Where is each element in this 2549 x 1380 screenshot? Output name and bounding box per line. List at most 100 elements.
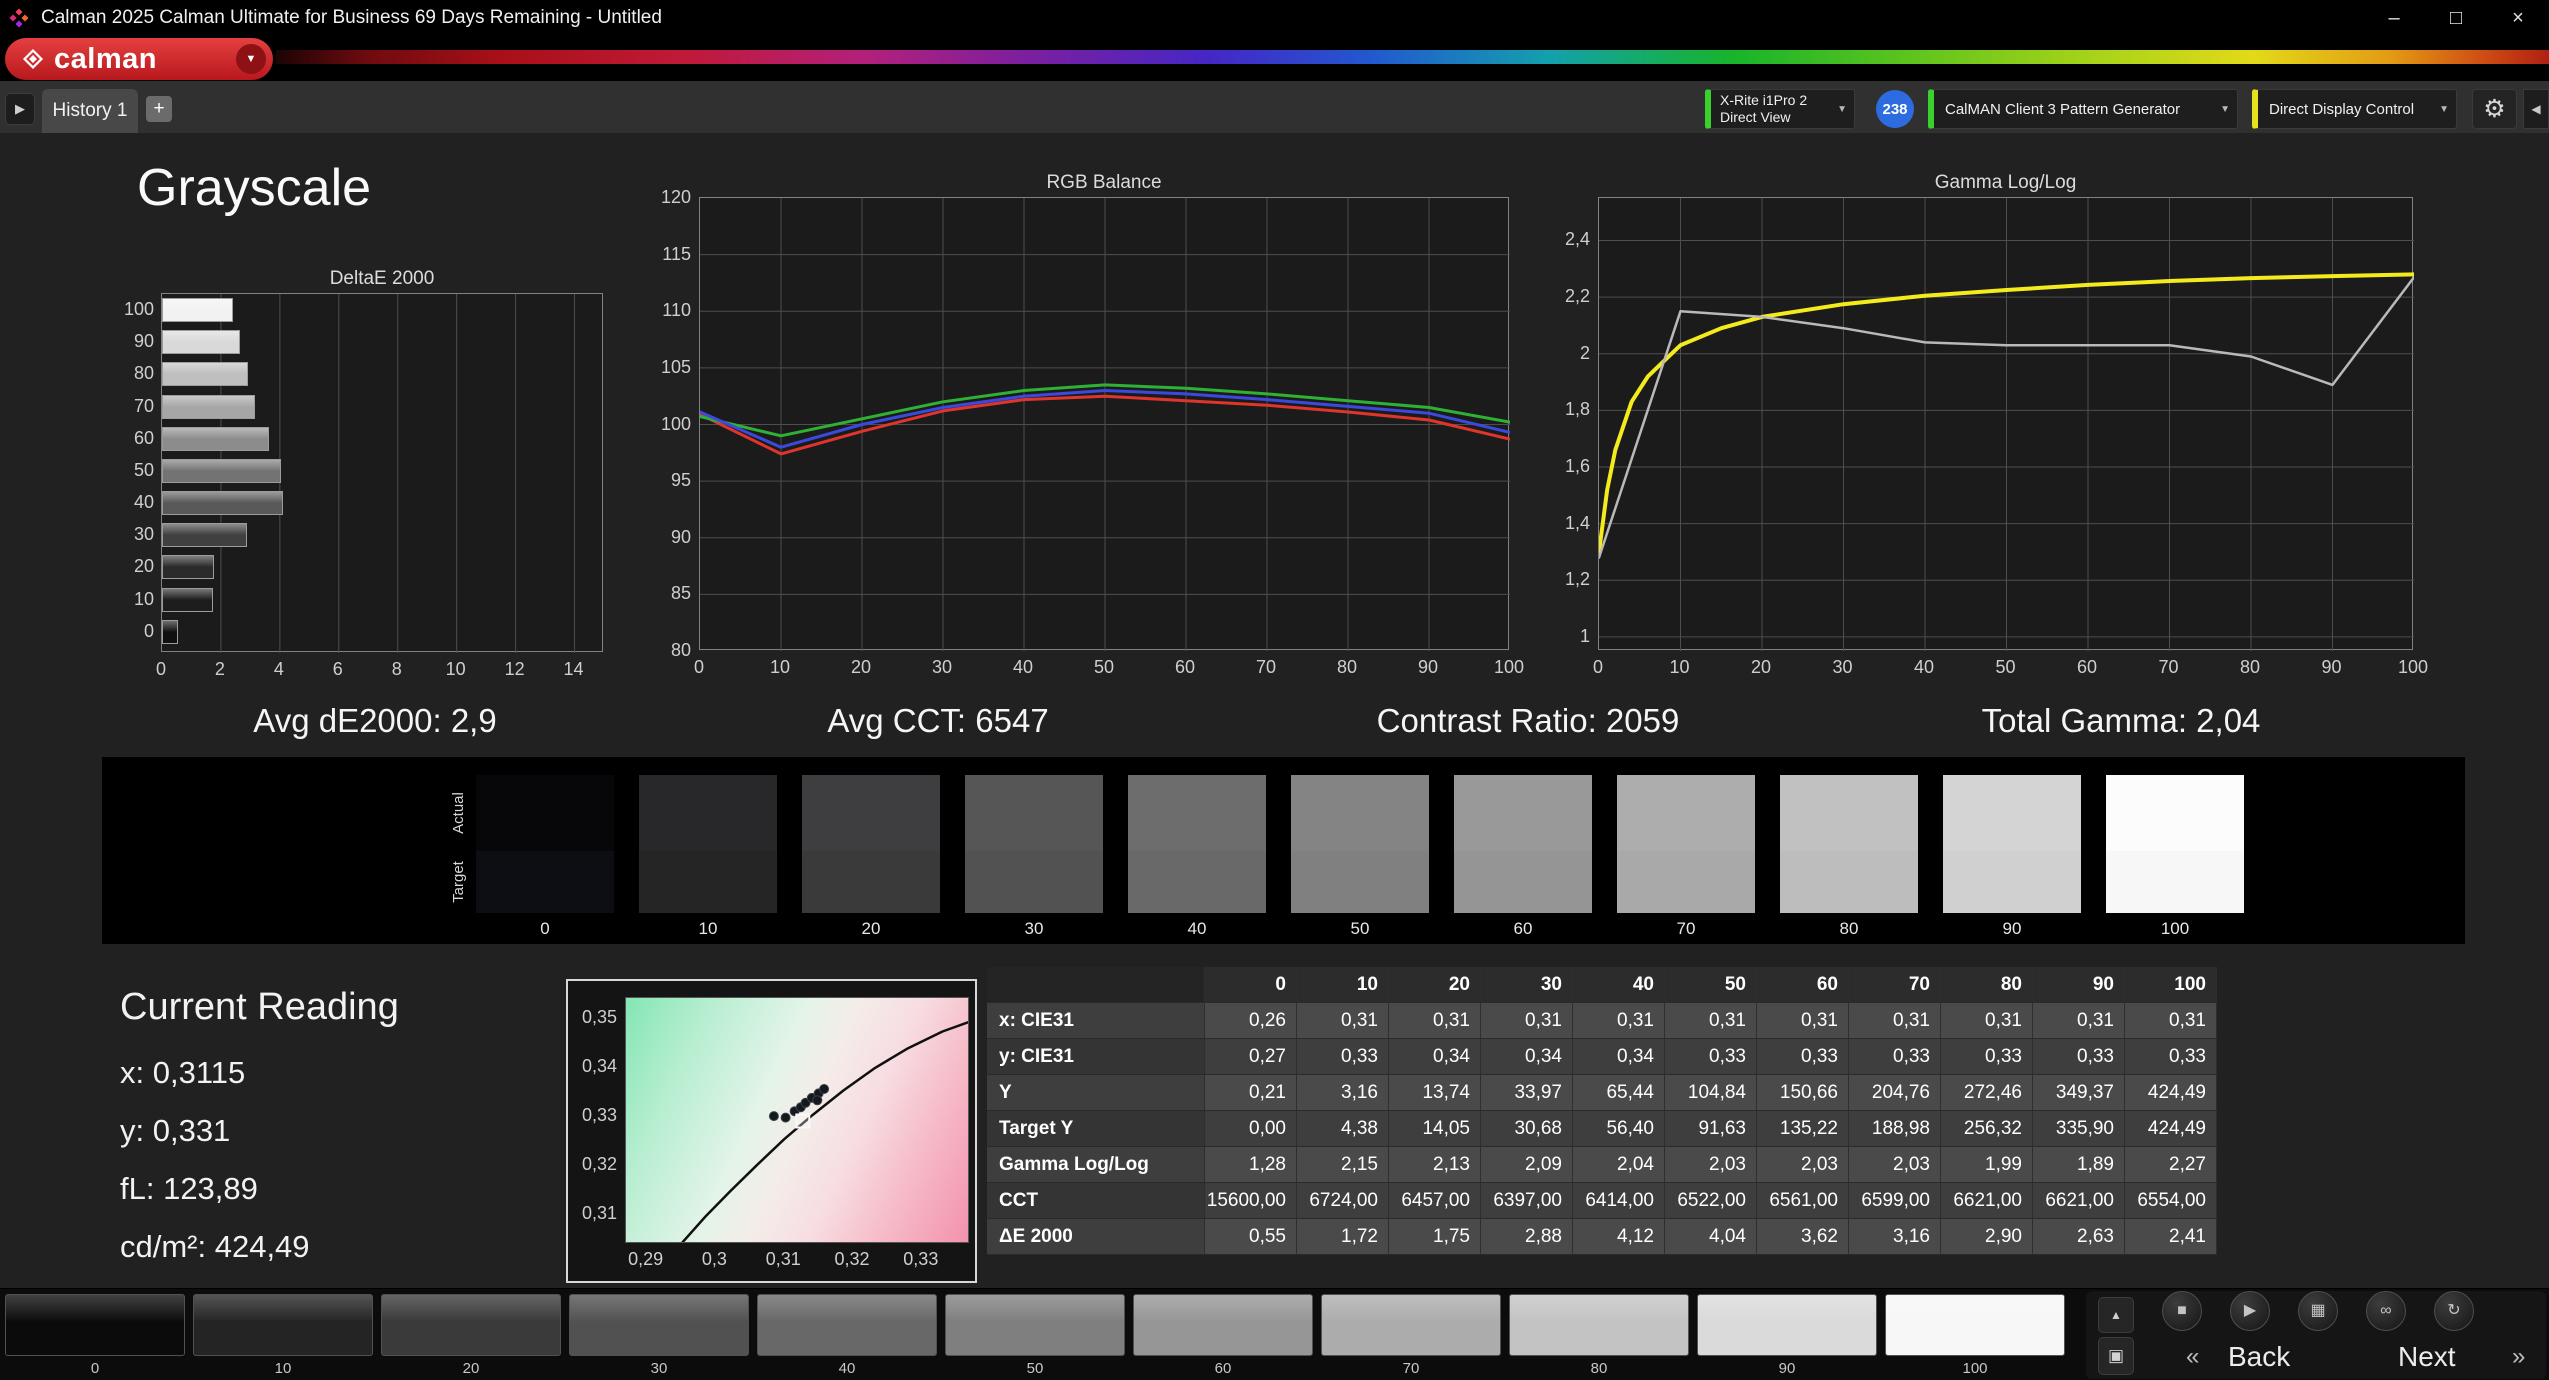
pattern-level-button[interactable]: [381, 1294, 561, 1356]
y-axis-tick: 0,32: [581, 1154, 617, 1175]
pattern-level-button[interactable]: [1133, 1294, 1313, 1356]
close-button[interactable]: ×: [2487, 0, 2549, 36]
y-axis-tick: 115: [662, 243, 691, 264]
pattern-level-button[interactable]: [1697, 1294, 1877, 1356]
table-cell: 14,05: [1389, 1111, 1481, 1146]
meter-count-badge[interactable]: 238: [1876, 90, 1914, 128]
table-row-label: y: CIE31: [987, 1039, 1205, 1074]
y-axis-tick: 0,31: [581, 1203, 617, 1224]
rainbow-gradient-bar: [276, 50, 2549, 64]
grayscale-swatch: [1780, 775, 1918, 913]
settings-gear-button[interactable]: ⚙: [2472, 89, 2517, 129]
panel-up-button[interactable]: ▲: [2098, 1297, 2134, 1333]
y-axis-tick: 2,2: [1564, 286, 1590, 307]
table-row-label: Target Y: [987, 1111, 1205, 1146]
y-axis-tick: 105: [660, 356, 691, 377]
swatch-actual: [802, 775, 940, 851]
table-cell: 0,31: [2033, 1003, 2125, 1038]
next-button[interactable]: Next: [2398, 1341, 2456, 1373]
meter-dropdown[interactable]: X-Rite i1Pro 2 Direct View ▼: [1705, 89, 1855, 129]
table-cell: 2,27: [2125, 1147, 2217, 1182]
table-cell: 2,63: [2033, 1219, 2125, 1254]
grayscale-swatch: [1943, 775, 2081, 913]
table-row: CCT 15600,00 6724,00 6457,00 6397,00 6414,00 6…: [987, 1183, 2217, 1219]
x-axis-tick: 0: [155, 659, 166, 679]
swatch-target: [965, 851, 1103, 913]
pattern-generator-dropdown[interactable]: CalMAN Client 3 Pattern Generator ▼: [1928, 89, 2238, 129]
titlebar: Calman 2025 Calman Ultimate for Business…: [0, 0, 2549, 36]
tab-history-1[interactable]: History 1: [42, 89, 138, 133]
pattern-level-button[interactable]: [945, 1294, 1125, 1356]
measurement-point: [768, 1111, 779, 1122]
blackbody-locus: [681, 1020, 968, 1242]
swatch-actual: [1454, 775, 1592, 851]
pattern-level-button[interactable]: [1321, 1294, 1501, 1356]
pattern-level-button[interactable]: [193, 1294, 373, 1356]
table-cell: 0,31: [2125, 1003, 2217, 1038]
y-axis-tick: 0,33: [581, 1105, 617, 1126]
measurement-point: [780, 1112, 791, 1123]
refresh-button[interactable]: ↻: [2434, 1291, 2474, 1331]
pattern-level-button[interactable]: [1509, 1294, 1689, 1356]
stop-button[interactable]: ■: [2162, 1291, 2202, 1331]
deltae-bar: [162, 587, 213, 612]
table-cell: 2,15: [1297, 1147, 1389, 1182]
back-button[interactable]: Back: [2228, 1341, 2290, 1373]
swatch-level-label: 50: [1350, 919, 1370, 938]
current-reading-title: Current Reading: [120, 986, 399, 1028]
collapse-panel-button[interactable]: ◀: [2523, 89, 2549, 129]
pattern-level-button[interactable]: [569, 1294, 749, 1356]
swatch-actual: [476, 775, 614, 851]
display-control-dropdown[interactable]: Direct Display Control ▼: [2252, 89, 2457, 129]
minimize-button[interactable]: –: [2363, 0, 2425, 36]
bottom-bar: 0 10 20 30 40 50 60 70 80 90 100 ▲ ▣ ■ ▶ ▦ ∞ ↻ « Back …: [0, 1288, 2549, 1380]
cie-widget: 0,29 0,3 0,31 0,32 0,33 0,35 0,34 0,33 0,32 0,31: [566, 979, 977, 1283]
table-cell: 150,66: [1757, 1075, 1849, 1110]
link-button[interactable]: ∞: [2366, 1291, 2406, 1331]
x-axis-tick: 2: [214, 659, 225, 679]
x-axis-tick: 100: [1493, 657, 1525, 677]
tab-scroll-left-button[interactable]: ▶: [5, 93, 35, 125]
y-axis-tick: 20: [133, 556, 154, 577]
x-axis-tick: 50: [1995, 657, 2016, 677]
calman-menu-button[interactable]: calman ▼: [5, 38, 273, 80]
back-chevron-icon[interactable]: «: [2186, 1343, 2199, 1371]
y-axis-tick: 120: [660, 187, 691, 207]
table-cell: 0,33: [1757, 1039, 1849, 1074]
gamma-chart-title: Gamma Log/Log: [1934, 172, 2077, 193]
table-cell: 2,90: [1941, 1219, 2033, 1254]
x-axis-tick: 60: [2076, 657, 2098, 677]
table-cell: 204,76: [1849, 1075, 1941, 1110]
table-cell: 2,03: [1757, 1147, 1849, 1182]
grayscale-swatch: [1617, 775, 1755, 913]
link-icon: ∞: [2380, 1302, 2392, 1319]
table-row: ΔE 2000 0,55 1,72 1,75 2,88 4,12 4,04 3,62 3,16 2…: [987, 1219, 2217, 1255]
table-cell: 6561,00: [1757, 1183, 1849, 1218]
table-row-label: Y: [987, 1075, 1205, 1110]
save-button[interactable]: ▦: [2298, 1291, 2338, 1331]
next-chevron-icon[interactable]: »: [2512, 1343, 2525, 1371]
pattern-level-button[interactable]: [5, 1294, 185, 1356]
x-axis-tick: 0: [1592, 657, 1603, 677]
maximize-button[interactable]: □: [2425, 0, 2487, 36]
table-row: y: CIE31 0,27 0,33 0,34 0,34 0,34 0,33 0,33 0,33…: [987, 1039, 2217, 1075]
pattern-level-button[interactable]: [757, 1294, 937, 1356]
grayscale-swatch: [802, 775, 940, 913]
table-cell: 0,31: [1481, 1003, 1573, 1038]
table-col-header: 90: [2033, 967, 2125, 1002]
y-axis-tick: 80: [670, 640, 691, 660]
chevron-down-icon: ▼: [2439, 103, 2449, 115]
gamma-plot: [1598, 197, 2414, 651]
x-axis-tick: 100: [2397, 657, 2429, 677]
swatch-actual: [1291, 775, 1429, 851]
x-axis-tick: 0,29: [628, 1249, 664, 1269]
measurement-point: [819, 1084, 830, 1094]
play-button[interactable]: ▶: [2230, 1291, 2270, 1331]
calman-menu-chevron[interactable]: ▼: [236, 44, 266, 74]
cie-plot: [625, 997, 969, 1243]
y-axis-tick: 10: [133, 588, 154, 609]
pattern-window-button[interactable]: ▣: [2098, 1337, 2134, 1375]
add-tab-button[interactable]: +: [146, 96, 172, 122]
pattern-level-button[interactable]: [1885, 1294, 2065, 1356]
y-axis-tick: 100: [660, 413, 691, 434]
